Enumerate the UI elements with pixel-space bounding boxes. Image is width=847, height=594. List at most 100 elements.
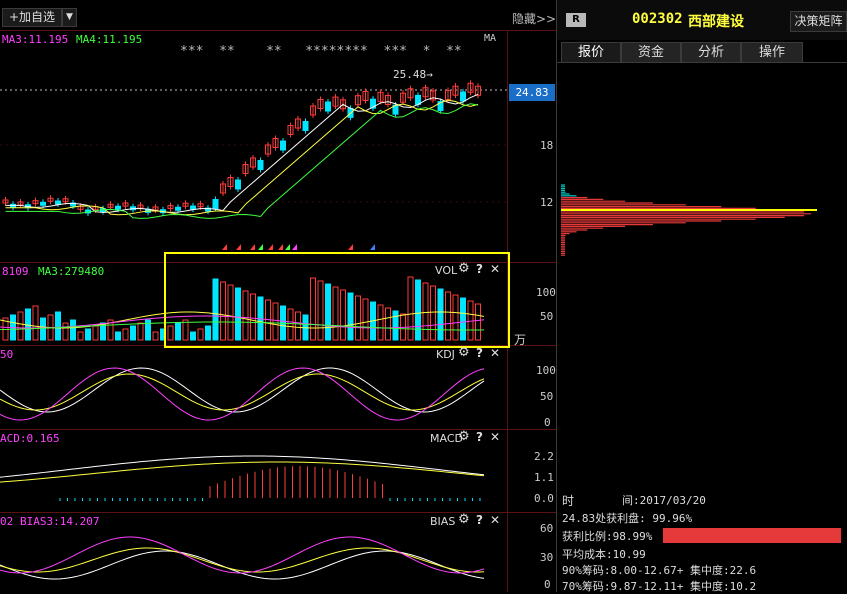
volume-bar [152, 331, 159, 341]
candle-body [302, 121, 309, 131]
volume-bar [62, 322, 69, 341]
vol-axis-label-100: 100 [536, 286, 556, 299]
bias-panel-title: BIAS [430, 515, 456, 528]
stock-badge-text: R [572, 14, 580, 25]
volume-bar [115, 331, 121, 341]
chip-90-concentration: 90%筹码:8.00-12.67+ 集中度:22.6 [562, 564, 757, 577]
tab-operation[interactable]: 操作 [741, 42, 803, 63]
volume-bar [77, 331, 84, 341]
vol-axis-label-50: 50 [540, 310, 554, 323]
signal-arrow-icon [250, 244, 255, 250]
candle-body [280, 140, 286, 151]
bias3-label: BIAS3:14.207 [20, 515, 100, 528]
chevron-down-icon: ▼ [66, 12, 73, 22]
bias-axis-label-60: 60 [540, 522, 554, 535]
signal-arrows [222, 244, 375, 250]
tab-label: 分析 [697, 45, 724, 60]
vol-left-label: 8109 [2, 265, 29, 278]
tab-funds[interactable]: 资金 [621, 42, 681, 63]
profit-ratio-bar-track [663, 528, 843, 543]
stock-badge: R [566, 13, 586, 27]
kdj-left-label: 50 [0, 348, 14, 361]
ma-line [5, 99, 479, 216]
signal-arrow-icon [278, 244, 283, 250]
volume-bar [55, 311, 61, 341]
indicator-line [0, 550, 485, 580]
volume-bar [70, 319, 76, 341]
macd-left-label: ACD:0.165 [0, 432, 60, 445]
chip-profit-ratio: 获利比例:98.99% [562, 530, 653, 543]
tab-analysis[interactable]: 分析 [681, 42, 741, 63]
indicator-line [0, 455, 485, 478]
stock-code: 002302 [632, 11, 683, 27]
macd-help-icon[interactable]: ? [476, 430, 483, 444]
chip-avg-cost: 平均成本:10.99 [562, 548, 646, 561]
macd-close-icon[interactable]: ✕ [490, 430, 500, 444]
add-to-watchlist-button[interactable]: +加自选 [2, 8, 62, 27]
vol-close-icon[interactable]: ✕ [490, 262, 500, 276]
bias-axis-label-30: 30 [540, 551, 554, 564]
kdj-axis-label-0: 0 [544, 416, 551, 429]
bias-close-icon[interactable]: ✕ [490, 513, 500, 527]
profit-ratio-bar [663, 528, 842, 543]
main-divider [556, 0, 557, 592]
ma-line [5, 93, 479, 213]
tab-bar-underline [557, 62, 847, 63]
kdj-axis-label-100: 100 [536, 364, 556, 377]
candle-body [257, 160, 264, 170]
signal-arrow-icon [348, 244, 353, 250]
price-ma-lines [5, 93, 479, 219]
candle-body [40, 201, 46, 206]
chip-profit-line: 24.83处获利盘: 99.96% [562, 512, 693, 525]
stock-name: 西部建设 [688, 14, 744, 30]
signal-arrow-icon [258, 244, 263, 250]
tab-label: 资金 [637, 45, 664, 60]
indicator-lines [0, 311, 485, 580]
volume-bar [40, 317, 46, 341]
add-to-watchlist-label: +加自选 [8, 10, 56, 24]
candle-body [325, 101, 331, 112]
vol-help-icon[interactable]: ? [476, 262, 483, 276]
chip-time-label: 时 [562, 494, 575, 508]
bias-left-label: 02 [0, 515, 14, 528]
indicator-line [0, 367, 485, 421]
hide-panel-link[interactable]: 隐藏>> [512, 10, 556, 27]
kdj-axis-label-50: 50 [540, 390, 554, 403]
candlesticks [2, 80, 481, 216]
volume-bar [32, 305, 39, 341]
signal-arrow-icon [268, 244, 273, 250]
volume-bar [92, 325, 99, 341]
tab-label: 操作 [758, 45, 785, 60]
vol-panel-title: VOL [435, 264, 458, 277]
candle-body [115, 205, 121, 210]
tab-quote[interactable]: 报价 [561, 42, 621, 63]
macd-gear-icon[interactable]: ⚙ [458, 429, 470, 444]
decision-matrix-button[interactable]: 决策矩阵 [790, 11, 847, 32]
vol-ma3-label: MA3:279480 [38, 265, 105, 278]
kdj-close-icon[interactable]: ✕ [490, 346, 500, 360]
candle-body [55, 200, 61, 205]
chip-distribution-chart [561, 184, 817, 256]
signal-arrow-icon [222, 244, 227, 250]
kdj-help-icon[interactable]: ? [476, 346, 483, 360]
current-price-badge: 24.83 [509, 84, 555, 101]
watchlist-dropdown-button[interactable]: ▼ [62, 8, 77, 27]
candle-body [235, 179, 241, 190]
volume-bar [17, 311, 24, 341]
signal-arrow-icon [370, 244, 375, 250]
bias-help-icon[interactable]: ? [476, 513, 483, 527]
bias-axis-label-0: 0 [544, 578, 551, 591]
signal-arrow-icon [292, 244, 297, 250]
volume-bar [130, 325, 136, 341]
vol-unit-label: 万 [514, 333, 527, 347]
volume-bar [137, 322, 144, 341]
kdj-gear-icon[interactable]: ⚙ [458, 345, 470, 360]
bias-gear-icon[interactable]: ⚙ [458, 512, 470, 527]
volume-bar [122, 328, 129, 341]
tab-label: 报价 [577, 45, 604, 60]
chip-time-value: 间:2017/03/20 [622, 494, 706, 507]
vol-gear-icon[interactable]: ⚙ [458, 261, 470, 276]
kdj-panel-title: KDJ [436, 348, 455, 361]
hide-panel-label: 隐藏>> [512, 12, 557, 26]
candle-body [460, 91, 466, 102]
